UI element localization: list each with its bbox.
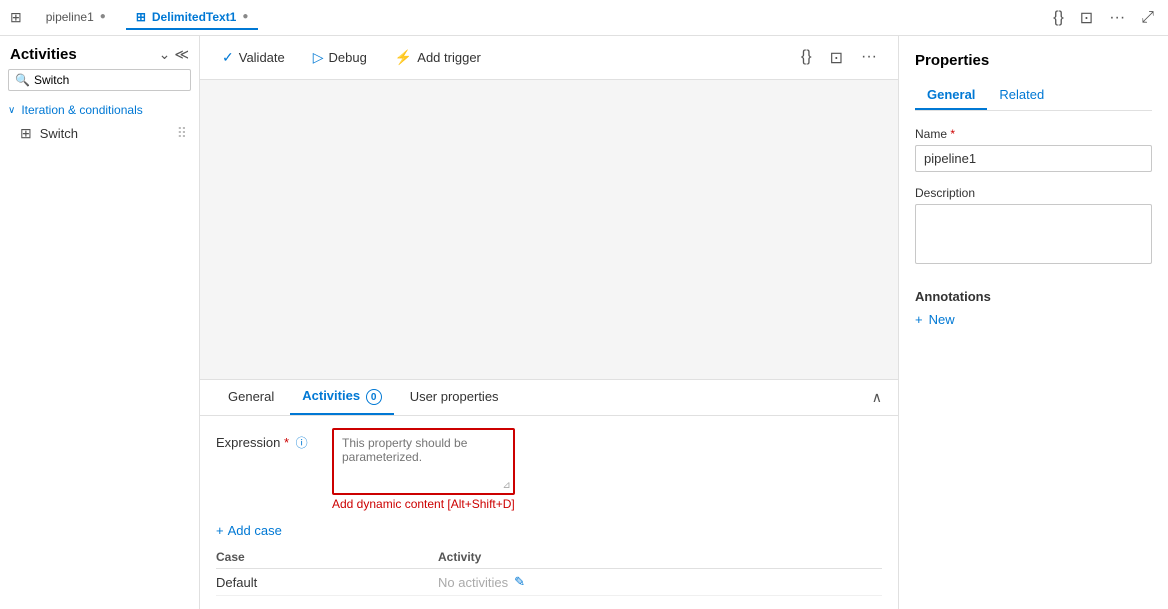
props-tab-related[interactable]: Related [987,81,1056,110]
pipeline-tab[interactable]: pipeline1 ● [36,6,116,30]
col-activity-header: Activity [438,550,882,564]
tab-user-properties[interactable]: User properties [398,381,511,414]
main-layout: Activities ⌄ ≪ 🔍 ∨ Iteration & condition… [0,36,1168,609]
panel-collapse-icon[interactable]: ∧ [872,389,882,406]
expression-required: * [284,435,289,450]
name-required: * [950,127,955,141]
category-header[interactable]: ∨ Iteration & conditionals [0,99,199,121]
code-icon[interactable]: {} [1049,7,1068,29]
sidebar-icons: ⌄ ≪ [159,46,189,63]
validate-icon: ✓ [222,49,234,66]
props-tabs: General Related [915,81,1152,111]
activities-badge: 0 [366,389,382,405]
pipeline-tab-close[interactable]: ● [100,11,106,22]
tab-activities[interactable]: Activities 0 [290,380,393,415]
name-input[interactable] [915,145,1152,172]
active-tab-close[interactable]: ● [242,11,248,22]
validate-button[interactable]: ✓ Validate [216,45,291,70]
category-label: Iteration & conditionals [21,103,142,117]
add-annotation-label: New [929,312,955,327]
drag-handle-icon[interactable]: ⠿ [177,125,187,142]
top-bar: ⊞ pipeline1 ● ⊞ DelimitedText1 ● {} ⊡ ··… [0,0,1168,36]
sidebar-title: Activities [10,46,77,63]
search-icon: 🔍 [15,73,30,87]
description-textarea[interactable] [915,204,1152,264]
expression-input-group: ⊿ Add dynamic content [Alt+Shift+D] [332,428,515,511]
activity-edit-icon[interactable]: ✎ [514,574,525,590]
add-case-label: Add case [228,523,282,538]
switch-item-icon: ⊞ [20,125,32,142]
trigger-icon: ⚡ [395,49,412,66]
panel-content: Expression * ⓘ ⊿ Add dynamic content [Al… [200,416,898,608]
add-case-row: + Add case [216,523,882,538]
activity-cell: No activities ✎ [438,574,882,590]
active-tab[interactable]: ⊞ DelimitedText1 ● [126,6,259,30]
debug-icon: ▷ [313,49,324,66]
cases-table-header: Case Activity [216,546,882,569]
add-trigger-button[interactable]: ⚡ Add trigger [389,45,487,70]
sidebar: Activities ⌄ ≪ 🔍 ∨ Iteration & condition… [0,36,200,609]
active-tab-label: DelimitedText1 [152,10,236,24]
add-trigger-label: Add trigger [417,50,481,65]
search-input[interactable] [34,73,189,87]
top-bar-right: {} ⊡ ··· ⤢ [1049,6,1158,30]
more-icon[interactable]: ··· [1105,7,1129,29]
sidebar-header: Activities ⌄ ≪ [0,36,199,69]
category-chevron-icon: ∨ [8,105,15,116]
toolbar-code-icon[interactable]: {} [796,45,817,71]
toolbar: ✓ Validate ▷ Debug ⚡ Add trigger {} ⊡ ··… [200,36,898,80]
col-case-header: Case [216,550,438,564]
bottom-panel-tabs: General Activities 0 User properties ∧ [200,380,898,416]
expression-textarea[interactable] [334,430,513,490]
description-field: Description [915,186,1152,267]
active-tab-icon: ⊞ [136,10,146,24]
cases-table: Case Activity Default No activities ✎ [216,546,882,596]
pipeline-icon: ⊞ [10,9,22,26]
expand-icon[interactable]: ⤢ [1137,7,1158,29]
debug-button[interactable]: ▷ Debug [307,45,373,70]
monitor-icon[interactable]: ⊡ [1076,6,1097,30]
validate-label: Validate [239,50,285,65]
sidebar-item-switch[interactable]: ⊞ Switch ⠿ [0,121,199,146]
toolbar-right: {} ⊡ ··· [796,45,882,71]
toolbar-more-icon[interactable]: ··· [856,45,882,71]
case-cell: Default [216,575,438,590]
name-field: Name * [915,127,1152,172]
add-case-button[interactable]: + Add case [216,523,282,538]
debug-label: Debug [329,50,367,65]
description-label: Description [915,186,1152,200]
toolbar-monitor-icon[interactable]: ⊡ [825,45,848,71]
annotations-section: Annotations + New [915,289,1152,327]
add-case-plus-icon: + [216,523,224,538]
sidebar-filter-icon[interactable]: ⌄ [159,46,171,63]
name-label: Name * [915,127,1152,141]
expression-label: Expression * ⓘ [216,428,316,451]
bottom-panel: General Activities 0 User properties ∧ E… [200,379,898,609]
sidebar-item-label: Switch [40,126,78,141]
pipeline-tab-label: pipeline1 [46,10,94,24]
resize-handle-icon: ⊿ [502,480,510,491]
search-box[interactable]: 🔍 [8,69,191,91]
table-row: Default No activities ✎ [216,569,882,596]
expression-row: Expression * ⓘ ⊿ Add dynamic content [Al… [216,428,882,511]
props-title: Properties [915,52,1152,69]
sidebar-collapse-icon[interactable]: ≪ [174,46,189,63]
dynamic-content-link[interactable]: Add dynamic content [Alt+Shift+D] [332,497,515,511]
expression-info-icon[interactable]: ⓘ [296,436,308,450]
props-tab-general[interactable]: General [915,81,987,110]
add-annotation-button[interactable]: + New [915,312,1152,327]
tab-general[interactable]: General [216,381,286,414]
expression-input-wrap: ⊿ [332,428,515,495]
add-annotation-plus-icon: + [915,312,923,327]
annotations-title: Annotations [915,289,1152,304]
props-panel: Properties General Related Name * Descri… [898,36,1168,609]
